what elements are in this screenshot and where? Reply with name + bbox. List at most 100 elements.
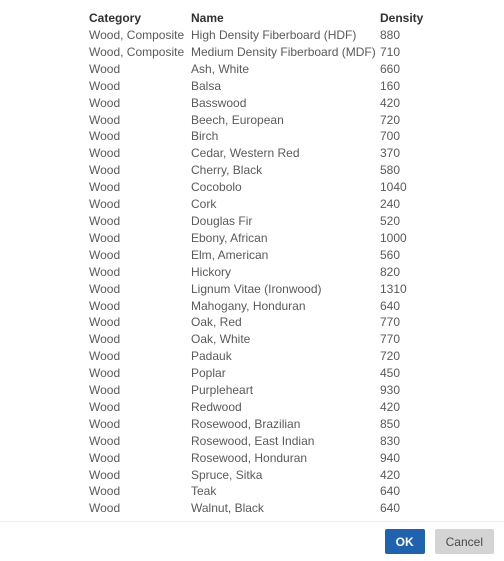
table-row[interactable]: Wood Basswood 420 bbox=[89, 95, 460, 112]
table-row[interactable]: Wood Redwood 420 bbox=[89, 399, 460, 416]
table-header: Category Name Density bbox=[89, 10, 460, 27]
cell-name: Walnut, Black bbox=[191, 501, 264, 516]
cell-name: Douglas Fir bbox=[191, 213, 253, 228]
cell-name: Rosewood, Brazilian bbox=[191, 416, 301, 431]
column-header-category[interactable]: Category bbox=[89, 10, 191, 27]
table-row[interactable]: Wood, Composite High Density Fiberboard (… bbox=[89, 27, 460, 44]
table-row[interactable]: Wood Rosewood, Honduran 940 bbox=[89, 450, 460, 467]
table-row[interactable]: Wood Oak, Red 770 bbox=[89, 314, 460, 331]
cell-category: Wood, Composite bbox=[89, 28, 185, 42]
cell-density: 580 bbox=[380, 163, 401, 178]
cell-category: Wood bbox=[89, 247, 121, 262]
cell-category: Wood bbox=[89, 180, 121, 195]
table-row[interactable]: Wood Elm, American 560 bbox=[89, 247, 460, 264]
cell-name: Cedar, Western Red bbox=[191, 146, 300, 161]
table-row[interactable]: Wood Padauk 720 bbox=[89, 348, 460, 365]
table-row[interactable]: Wood Spruce, Sitka 420 bbox=[89, 467, 460, 484]
cell-density: 1000 bbox=[380, 230, 407, 245]
cell-name: High Density Fiberboard (HDF) bbox=[191, 28, 357, 42]
table-row[interactable]: Wood Cherry, Black 580 bbox=[89, 162, 460, 179]
cell-name: Ebony, African bbox=[191, 230, 268, 245]
cell-category: Wood bbox=[89, 281, 121, 296]
dialog-footer: OK Cancel bbox=[0, 521, 504, 561]
table-row[interactable]: Wood Lignum Vitae (Ironwood) 1310 bbox=[89, 281, 460, 298]
cell-category: Wood bbox=[89, 383, 121, 398]
table-row[interactable]: Wood Birch 700 bbox=[89, 128, 460, 145]
table-row[interactable]: Wood Oak, White 770 bbox=[89, 331, 460, 348]
cell-name: Elm, American bbox=[191, 247, 269, 262]
cell-name: Beech, European bbox=[191, 112, 284, 127]
cell-category: Wood bbox=[89, 213, 121, 228]
cell-category: Wood bbox=[89, 61, 121, 76]
table-row[interactable]: Wood Cedar, Western Red 370 bbox=[89, 145, 460, 162]
cell-density: 520 bbox=[380, 213, 401, 228]
cell-name: Balsa bbox=[191, 78, 222, 93]
cell-category: Wood bbox=[89, 349, 121, 364]
cell-name: Oak, Red bbox=[191, 315, 242, 330]
cell-name: Cork bbox=[191, 197, 217, 212]
cell-density: 240 bbox=[380, 197, 401, 212]
table-row[interactable]: Wood Ebony, African 1000 bbox=[89, 230, 460, 247]
cell-category: Wood bbox=[89, 78, 121, 93]
column-header-name[interactable]: Name bbox=[191, 10, 380, 27]
column-header-density[interactable]: Density bbox=[380, 10, 460, 27]
cell-density: 420 bbox=[380, 399, 401, 414]
cancel-button[interactable]: Cancel bbox=[434, 529, 494, 554]
cell-density: 930 bbox=[380, 383, 401, 398]
cell-name: Teak bbox=[191, 484, 217, 499]
cell-density: 420 bbox=[380, 467, 401, 482]
cell-name: Cocobolo bbox=[191, 180, 242, 195]
cell-density: 820 bbox=[380, 264, 401, 279]
cell-density: 640 bbox=[380, 484, 401, 499]
cell-name: Birch bbox=[191, 129, 219, 144]
cell-name: Padauk bbox=[191, 349, 232, 364]
table-row[interactable]: Wood Mahogany, Honduran 640 bbox=[89, 298, 460, 315]
cell-density: 370 bbox=[380, 146, 401, 161]
table-row[interactable]: Wood Hickory 820 bbox=[89, 264, 460, 281]
cell-category: Wood bbox=[89, 467, 121, 482]
table-row[interactable]: Wood Beech, European 720 bbox=[89, 112, 460, 129]
table-row[interactable]: Wood Teak 640 bbox=[89, 483, 460, 500]
cell-category: Wood bbox=[89, 112, 121, 127]
cell-category: Wood bbox=[89, 450, 121, 465]
cell-category: Wood bbox=[89, 197, 121, 212]
cell-density: 1310 bbox=[380, 281, 407, 296]
table-row[interactable]: Wood Cork 240 bbox=[89, 196, 460, 213]
table-row[interactable]: Wood Ash, White 660 bbox=[89, 61, 460, 78]
table-row[interactable]: Wood Rosewood, East Indian 830 bbox=[89, 433, 460, 450]
cell-category: Wood bbox=[89, 146, 121, 161]
cell-category: Wood bbox=[89, 433, 121, 448]
cell-category: Wood bbox=[89, 501, 121, 516]
cell-category: Wood bbox=[89, 484, 121, 499]
cell-name: Poplar bbox=[191, 366, 226, 381]
cell-name: Redwood bbox=[191, 399, 242, 414]
cell-name: Purpleheart bbox=[191, 383, 254, 398]
cell-name: Hickory bbox=[191, 264, 232, 279]
cell-category: Wood, Composite bbox=[89, 44, 185, 59]
cell-density: 770 bbox=[380, 315, 401, 330]
cell-category: Wood bbox=[89, 332, 121, 347]
cell-density: 450 bbox=[380, 366, 401, 381]
cell-name: Medium Density Fiberboard (MDF) bbox=[191, 44, 376, 59]
table-header-row: Category Name Density bbox=[89, 10, 460, 27]
cell-category: Wood bbox=[89, 298, 121, 313]
table-row[interactable]: Wood Poplar 450 bbox=[89, 365, 460, 382]
cell-density: 720 bbox=[380, 112, 401, 127]
ok-button[interactable]: OK bbox=[384, 529, 425, 554]
cell-name: Oak, White bbox=[191, 332, 251, 347]
table-row[interactable]: Wood Rosewood, Brazilian 850 bbox=[89, 416, 460, 433]
cell-density: 640 bbox=[380, 501, 401, 516]
cell-density: 850 bbox=[380, 416, 401, 431]
cell-category: Wood bbox=[89, 129, 121, 144]
cell-density: 710 bbox=[380, 44, 401, 59]
table-row[interactable]: Wood Douglas Fir 520 bbox=[89, 213, 460, 230]
cell-density: 420 bbox=[380, 95, 401, 110]
table-row[interactable]: Wood Balsa 160 bbox=[89, 78, 460, 95]
table-row[interactable]: Wood Walnut, Black 640 bbox=[89, 500, 460, 517]
cell-density: 770 bbox=[380, 332, 401, 347]
table-row[interactable]: Wood Cocobolo 1040 bbox=[89, 179, 460, 196]
density-table: Category Name Density Wood, Composite Hig… bbox=[89, 10, 460, 517]
table-row[interactable]: Wood, Composite Medium Density Fiberboard… bbox=[89, 44, 460, 61]
density-table-region: Category Name Density Wood, Composite Hig… bbox=[0, 0, 504, 521]
table-row[interactable]: Wood Purpleheart 930 bbox=[89, 382, 460, 399]
